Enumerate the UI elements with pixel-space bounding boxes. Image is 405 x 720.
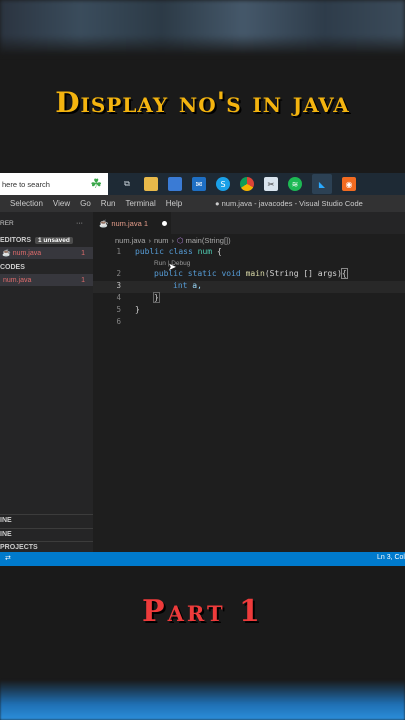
cursor-position[interactable]: Ln 3, Col <box>377 554 405 561</box>
explorer-title: RER <box>0 219 14 227</box>
unsaved-dot-icon[interactable] <box>162 220 168 226</box>
code-text: } <box>153 292 160 303</box>
code-text: public class num { <box>135 247 222 256</box>
problems-count: 1 <box>81 249 85 257</box>
line-number: 6 <box>116 317 121 326</box>
timeline-section[interactable]: INE <box>0 528 93 538</box>
code-line: 6 <box>93 317 405 329</box>
clover-icon: ☘ <box>90 176 102 191</box>
tab-label: num.java 1 <box>111 218 149 228</box>
line-number: 1 <box>116 247 121 256</box>
code-line: 5 } <box>93 305 405 317</box>
breadcrumb-file[interactable]: num.java <box>115 236 145 245</box>
window-title: ● num.java - javacodes - Visual Studio C… <box>215 199 363 208</box>
java-file-icon: ☕ <box>2 250 11 257</box>
skype-icon[interactable]: S <box>216 177 230 191</box>
open-editor-filename: num.java <box>12 249 42 257</box>
part-label: Part 1 <box>142 594 263 629</box>
mail-icon[interactable]: ✉ <box>192 177 206 191</box>
spotify-icon[interactable]: ≋ <box>288 177 302 191</box>
status-bar: ⇄ Ln 3, Col <box>0 552 405 566</box>
breadcrumb-method[interactable]: main(String[]) <box>186 236 231 245</box>
task-view-icon[interactable]: ⧉ <box>120 177 134 191</box>
explorer-sidebar: RER ··· EDITORS 1 unsaved ☕ num.java 1 C… <box>0 212 93 552</box>
line-number: 2 <box>116 269 121 278</box>
explorer-header: RER ··· <box>0 217 93 229</box>
taskbar-search-box[interactable]: here to search ☘ <box>0 173 108 195</box>
snipping-tool-icon[interactable]: ✂ <box>264 177 278 191</box>
code-line: 4 } <box>93 292 405 305</box>
breadcrumb: num.java › num › ⬡ main(String[]) <box>115 236 231 245</box>
code-text: int a, <box>173 281 202 290</box>
folder-file-item[interactable]: num.java 1 <box>0 274 93 286</box>
method-icon: ⬡ <box>177 236 184 245</box>
chrome-icon[interactable] <box>240 177 254 191</box>
code-line: 1 public class num { <box>93 247 405 259</box>
mouse-cursor-icon: ➤ <box>168 262 177 273</box>
menu-run[interactable]: Run <box>101 199 116 208</box>
menu-go[interactable]: Go <box>80 199 91 208</box>
menu-terminal[interactable]: Terminal <box>125 199 155 208</box>
editor-tab-bar: ☕ num.java 1 <box>93 212 405 234</box>
code-text: public static void main(String [] args){ <box>154 268 348 279</box>
vscode-icon[interactable]: ◣ <box>312 174 332 194</box>
breadcrumb-class[interactable]: num <box>154 236 169 245</box>
search-placeholder: here to search <box>2 179 50 189</box>
line-number: 4 <box>116 293 121 302</box>
code-line: 2 public static void main(String [] args… <box>93 268 405 281</box>
windows-taskbar: here to search ☘ ⧉ ✉ S ✂ ≋ ◣ ◉ <box>0 173 405 195</box>
code-editor[interactable]: ☕ num.java 1 num.java › num › ⬡ main(Str… <box>93 212 405 552</box>
chevron-right-icon: › <box>148 236 151 245</box>
more-actions-icon[interactable]: ··· <box>76 220 83 227</box>
menu-selection[interactable]: Selection <box>10 199 43 208</box>
chevron-right-icon: › <box>171 236 175 245</box>
app-icon[interactable]: ◉ <box>342 177 356 191</box>
menu-view[interactable]: View <box>53 199 70 208</box>
open-editors-header[interactable]: EDITORS 1 unsaved <box>0 234 93 246</box>
outline-section[interactable]: INE <box>0 514 93 524</box>
java-projects-section[interactable]: PROJECTS <box>0 541 93 551</box>
store-icon[interactable] <box>168 177 182 191</box>
folder-filename: num.java <box>3 276 32 284</box>
code-line-active: 3 int a, <box>93 281 405 293</box>
editor-tab[interactable]: ☕ num.java 1 <box>93 212 171 234</box>
menu-help[interactable]: Help <box>166 199 182 208</box>
open-editor-item[interactable]: ☕ num.java 1 <box>0 247 93 259</box>
folder-header[interactable]: CODES <box>0 261 93 273</box>
folder-label: CODES <box>0 263 25 271</box>
unsaved-badge: 1 unsaved <box>35 236 73 244</box>
line-number: 5 <box>116 305 121 314</box>
code-text: } <box>135 305 140 314</box>
java-tab-icon: ☕ <box>99 218 109 228</box>
video-title: Display no's in java <box>55 86 350 119</box>
file-explorer-icon[interactable] <box>144 177 158 191</box>
line-number: 3 <box>116 281 121 290</box>
menu-bar: Selection View Go Run Terminal Help ● nu… <box>0 195 405 212</box>
bottom-glow <box>0 680 405 720</box>
folder-problems-count: 1 <box>81 276 85 284</box>
open-editors-label: EDITORS <box>0 236 31 244</box>
blurred-background <box>0 0 405 55</box>
remote-icon[interactable]: ⇄ <box>5 554 11 562</box>
